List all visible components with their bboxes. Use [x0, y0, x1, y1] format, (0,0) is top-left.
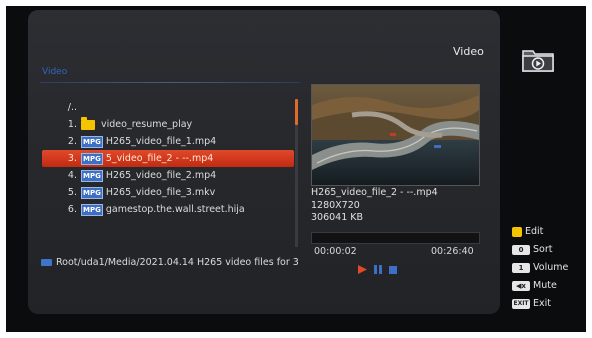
header-divider	[40, 82, 300, 83]
edit-key-hint[interactable]: Edit	[512, 225, 543, 239]
current-path: Root/uda1/Media/2021.04.14 H265 video fi…	[56, 257, 299, 268]
item-number: 1.	[67, 119, 77, 130]
item-number: 3.	[67, 153, 77, 164]
pause-icon[interactable]	[374, 259, 382, 278]
list-item[interactable]: 4. MPG H265_video_file_2.mp4	[42, 167, 294, 184]
total-time: 00:26:40	[431, 246, 474, 257]
mute-key-label: Mute	[533, 280, 557, 291]
zero-key-icon: 0	[512, 244, 530, 255]
mpg-file-icon: MPG	[81, 135, 103, 148]
volume-key-label: Volume	[533, 262, 569, 273]
mpg-file-icon: MPG	[81, 169, 103, 182]
mpg-file-icon: MPG	[81, 186, 103, 199]
parent-dir-label: /..	[67, 102, 77, 113]
mpg-file-icon: MPG	[81, 203, 103, 216]
yellow-key-icon	[512, 226, 522, 237]
mpg-file-icon: MPG	[81, 152, 103, 165]
sort-key-label: Sort	[533, 244, 553, 255]
list-item-parent[interactable]: /..	[42, 99, 294, 116]
item-name: H265_video_file_1.mp4	[105, 136, 217, 147]
item-name: gamestop.the.wall.street.hija	[105, 204, 245, 215]
breadcrumb: Video	[42, 67, 68, 77]
list-item-selected[interactable]: 3. MPG 5_video_file_2 - --.mp4	[42, 150, 294, 167]
video-preview	[311, 84, 480, 186]
item-name: video_resume_play	[101, 119, 193, 130]
exit-key-label: Exit	[533, 298, 551, 309]
file-info-name: H265_video_file_2 - --.mp4	[311, 187, 438, 198]
video-folder-icon	[521, 45, 555, 73]
item-number: 6.	[67, 204, 77, 215]
file-info-resolution: 1280X720	[311, 200, 360, 211]
folder-icon	[81, 116, 95, 130]
item-number: 4.	[67, 170, 77, 181]
sort-key-hint[interactable]: 0 Sort	[512, 243, 552, 257]
playback-progress-bar[interactable]	[311, 232, 480, 244]
page-title: Video	[453, 45, 484, 58]
play-icon[interactable]	[358, 259, 367, 278]
mute-key-hint[interactable]: ◀x Mute	[512, 279, 557, 293]
file-info-size: 306041 KB	[311, 212, 364, 223]
list-item[interactable]: 6. MPG gamestop.the.wall.street.hija	[42, 201, 294, 218]
stop-icon[interactable]	[389, 259, 397, 278]
item-name: 5_video_file_2 - --.mp4	[105, 153, 214, 164]
list-item[interactable]: 2. MPG H265_video_file_1.mp4	[42, 133, 294, 150]
exit-key-icon: EXIT	[512, 298, 530, 309]
list-item[interactable]: 1. video_resume_play	[42, 116, 294, 133]
item-name: H265_video_file_3.mkv	[105, 187, 216, 198]
item-number: 2.	[67, 136, 77, 147]
hdd-icon	[41, 259, 52, 266]
one-key-icon: 1	[512, 262, 530, 273]
file-list: /.. 1. video_resume_play 2. MPG H265_video_…	[42, 99, 294, 218]
item-number: 5.	[67, 187, 77, 198]
exit-key-hint[interactable]: EXIT Exit	[512, 297, 551, 311]
list-item[interactable]: 5. MPG H265_video_file_3.mkv	[42, 184, 294, 201]
elapsed-time: 00:00:02	[314, 246, 357, 257]
edit-key-label: Edit	[525, 226, 544, 237]
item-name: H265_video_file_2.mp4	[105, 170, 217, 181]
scrollbar-thumb[interactable]	[295, 99, 298, 125]
mute-key-icon: ◀x	[512, 280, 530, 291]
volume-key-hint[interactable]: 1 Volume	[512, 261, 568, 275]
